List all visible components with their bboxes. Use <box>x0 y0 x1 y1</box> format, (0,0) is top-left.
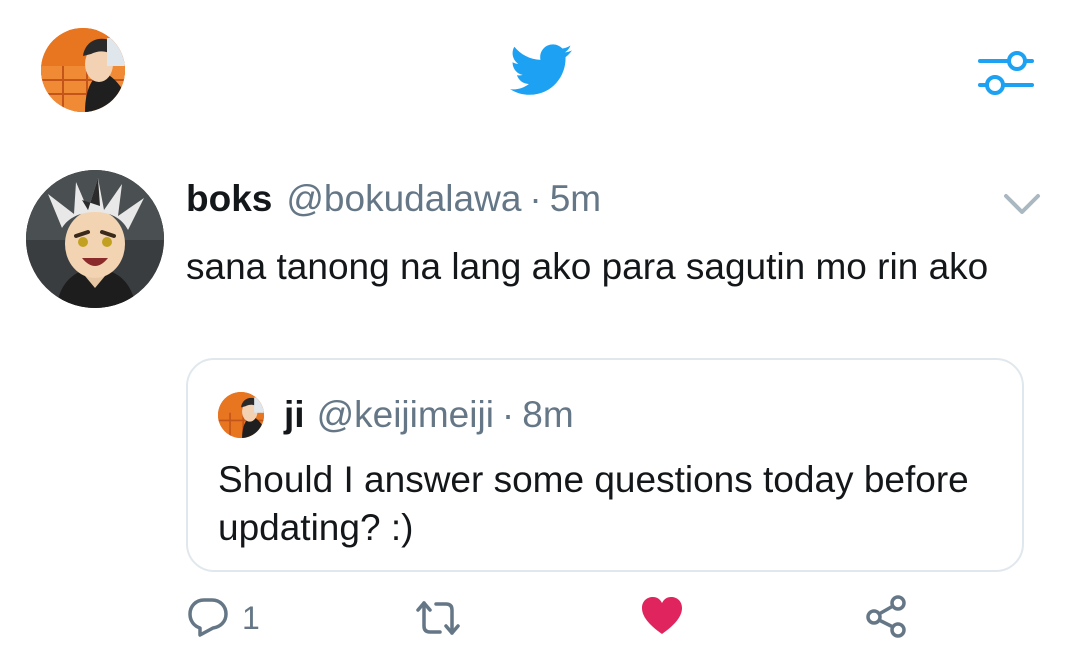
twitter-bird-icon[interactable] <box>510 44 572 96</box>
meta-separator: · <box>529 178 542 219</box>
author-handle[interactable]: @bokudalawa <box>286 178 521 219</box>
quoted-author-name: ji <box>284 394 305 435</box>
quoted-meta: @keijimeiji · 8m <box>317 394 574 436</box>
reply-button[interactable]: 1 <box>186 596 260 640</box>
heart-icon <box>640 594 684 643</box>
tweet-timestamp[interactable]: 5m <box>550 178 601 219</box>
quoted-meta-separator: · <box>501 394 515 435</box>
quoted-author-handle: @keijimeiji <box>316 394 494 435</box>
profile-avatar[interactable] <box>41 28 125 112</box>
author-meta: @bokudalawa · 5m <box>286 178 601 220</box>
quoted-tweet-card[interactable]: ji @keijimeiji · 8m Should I answer some q… <box>186 358 1024 572</box>
retweet-icon <box>414 598 462 643</box>
quoted-timestamp: 8m <box>522 394 574 435</box>
author-name[interactable]: boks <box>186 178 272 220</box>
quoted-tweet-text: Should I answer some questions today bef… <box>218 459 969 548</box>
reply-icon <box>186 594 230 643</box>
sliders-icon[interactable] <box>976 45 1036 99</box>
quoted-author-avatar <box>218 392 264 438</box>
tweet-header: boks @bokudalawa · 5m <box>186 178 601 224</box>
reply-count: 1 <box>242 599 260 636</box>
tweet-text: sana tanong na lang ako para sagutin mo … <box>186 246 989 287</box>
chevron-down-icon[interactable] <box>1002 190 1042 218</box>
tweet-author-avatar[interactable] <box>26 170 164 308</box>
share-button[interactable] <box>864 594 908 643</box>
like-button[interactable] <box>640 596 684 640</box>
share-icon <box>864 594 908 643</box>
quoted-header: ji @keijimeiji · 8m <box>284 394 574 436</box>
retweet-button[interactable] <box>414 600 462 640</box>
